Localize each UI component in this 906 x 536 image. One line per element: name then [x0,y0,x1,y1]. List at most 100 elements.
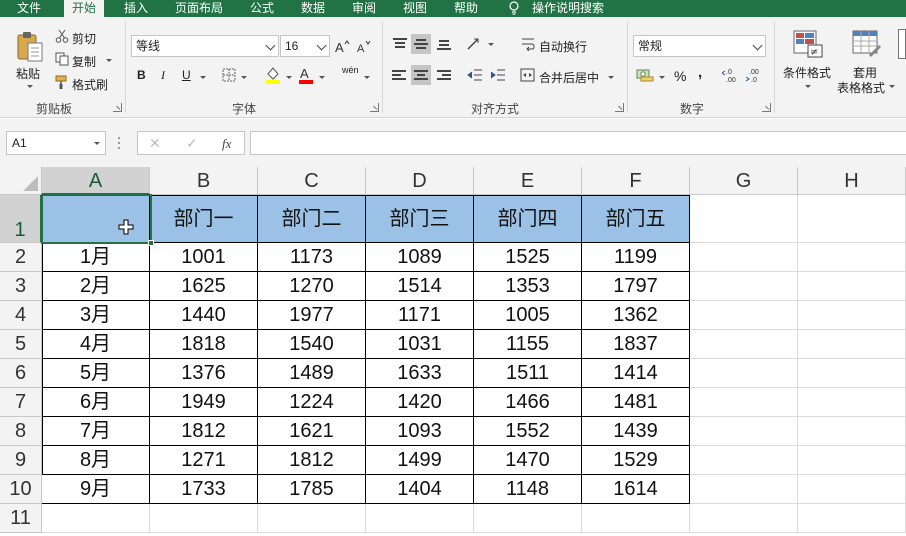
align-top-icon[interactable] [393,37,407,49]
cell-b6[interactable]: 1376 [150,359,258,388]
row-header-8[interactable]: 8 [0,417,42,446]
row-header-11[interactable]: 11 [0,504,42,533]
cell-d1[interactable]: 部门三 [366,195,474,243]
format-painter-button[interactable]: 格式刷 [72,76,108,93]
paste-icon[interactable] [15,30,45,64]
cell-g8[interactable] [690,417,798,446]
accounting-format-icon[interactable] [636,68,654,82]
column-header-g[interactable]: G [690,167,798,195]
cell-d10[interactable]: 1404 [366,475,474,504]
tab-page-layout[interactable]: 页面布局 [175,0,223,17]
cell-c11[interactable] [258,504,366,533]
table-format-dropdown-icon[interactable] [889,85,895,88]
align-bottom-icon[interactable] [437,37,451,50]
cell-b8[interactable]: 1812 [150,417,258,446]
cell-g6[interactable] [690,359,798,388]
cell-d9[interactable]: 1499 [366,446,474,475]
cell-g4[interactable] [690,301,798,330]
conditional-formatting-icon[interactable]: ≠ [792,29,824,59]
underline-dropdown-icon[interactable] [200,76,206,79]
cell-h7[interactable] [798,388,906,417]
cell-a7[interactable]: 6月 [42,388,150,417]
cell-g1[interactable] [690,195,798,243]
name-box[interactable]: A1 [6,131,106,155]
wrap-text-icon[interactable] [521,37,535,51]
cell-a2[interactable]: 1月 [42,243,150,272]
cell-a3[interactable]: 2月 [42,272,150,301]
decrease-indent-icon[interactable] [467,68,483,82]
cell-h8[interactable] [798,417,906,446]
cell-b1[interactable]: 部门一 [150,195,258,243]
cell-f1[interactable]: 部门五 [582,195,690,243]
underline-button[interactable]: U [182,68,191,82]
increase-font-size-icon[interactable]: A [334,38,350,54]
column-header-b[interactable]: B [150,167,258,195]
cell-e5[interactable]: 1155 [474,330,582,359]
decrease-decimal-icon[interactable]: .00 .0 [746,67,764,83]
font-color-icon[interactable]: A [298,66,314,84]
cell-e11[interactable] [474,504,582,533]
cell-a11[interactable] [42,504,150,533]
merge-center-button[interactable]: 合并后居中 [539,69,599,86]
tab-review[interactable]: 审阅 [352,0,376,17]
select-all-button[interactable] [0,167,42,195]
column-header-c[interactable]: C [258,167,366,195]
tab-formulas[interactable]: 公式 [250,0,274,17]
cell-f7[interactable]: 1481 [582,388,690,417]
number-format-select[interactable]: 常规 [633,35,766,57]
tab-help[interactable]: 帮助 [454,0,478,17]
cell-h3[interactable] [798,272,906,301]
cell-c6[interactable]: 1489 [258,359,366,388]
cell-f6[interactable]: 1414 [582,359,690,388]
align-center-button[interactable] [411,65,431,85]
wrap-text-button[interactable]: 自动换行 [539,38,587,55]
copy-button[interactable]: 复制 [72,53,96,70]
cell-h11[interactable] [798,504,906,533]
row-header-5[interactable]: 5 [0,330,42,359]
tab-home[interactable]: 开始 [64,0,105,18]
cell-e2[interactable]: 1525 [474,243,582,272]
scissors-icon[interactable] [55,29,69,43]
cell-a6[interactable]: 5月 [42,359,150,388]
cell-d8[interactable]: 1093 [366,417,474,446]
cell-b7[interactable]: 1949 [150,388,258,417]
cell-g10[interactable] [690,475,798,504]
cell-g11[interactable] [690,504,798,533]
cell-f9[interactable]: 1529 [582,446,690,475]
cell-g2[interactable] [690,243,798,272]
cell-styles-icon[interactable] [898,29,906,59]
cell-d6[interactable]: 1633 [366,359,474,388]
cell-f5[interactable]: 1837 [582,330,690,359]
cell-b11[interactable] [150,504,258,533]
align-right-icon[interactable] [437,69,451,81]
cell-f11[interactable] [582,504,690,533]
cell-f3[interactable]: 1797 [582,272,690,301]
cell-a10[interactable]: 9月 [42,475,150,504]
cell-a4[interactable]: 3月 [42,301,150,330]
cell-a5[interactable]: 4月 [42,330,150,359]
cell-c9[interactable]: 1812 [258,446,366,475]
cell-d2[interactable]: 1089 [366,243,474,272]
cell-d4[interactable]: 1171 [366,301,474,330]
cell-b9[interactable]: 1271 [150,446,258,475]
format-painter-icon[interactable] [55,75,69,89]
paste-dropdown-icon[interactable] [27,85,33,88]
cell-g7[interactable] [690,388,798,417]
tab-insert[interactable]: 插入 [124,0,148,17]
cell-h1[interactable] [798,195,906,243]
increase-decimal-icon[interactable]: .0 .00 [722,67,740,83]
cell-e4[interactable]: 1005 [474,301,582,330]
number-launcher-icon[interactable] [762,103,771,112]
tab-data[interactable]: 数据 [301,0,325,17]
comma-style-button[interactable]: , [698,64,702,81]
conditional-formatting-button[interactable]: 条件格式 [783,64,831,81]
cell-c3[interactable]: 1270 [258,272,366,301]
cell-c10[interactable]: 1785 [258,475,366,504]
cell-e10[interactable]: 1148 [474,475,582,504]
italic-button[interactable]: I [161,68,165,83]
enter-icon[interactable]: ✓ [186,135,198,152]
row-header-6[interactable]: 6 [0,359,42,388]
bold-button[interactable]: B [137,68,146,82]
font-color-dropdown-icon[interactable] [319,76,325,79]
row-header-2[interactable]: 2 [0,243,42,272]
